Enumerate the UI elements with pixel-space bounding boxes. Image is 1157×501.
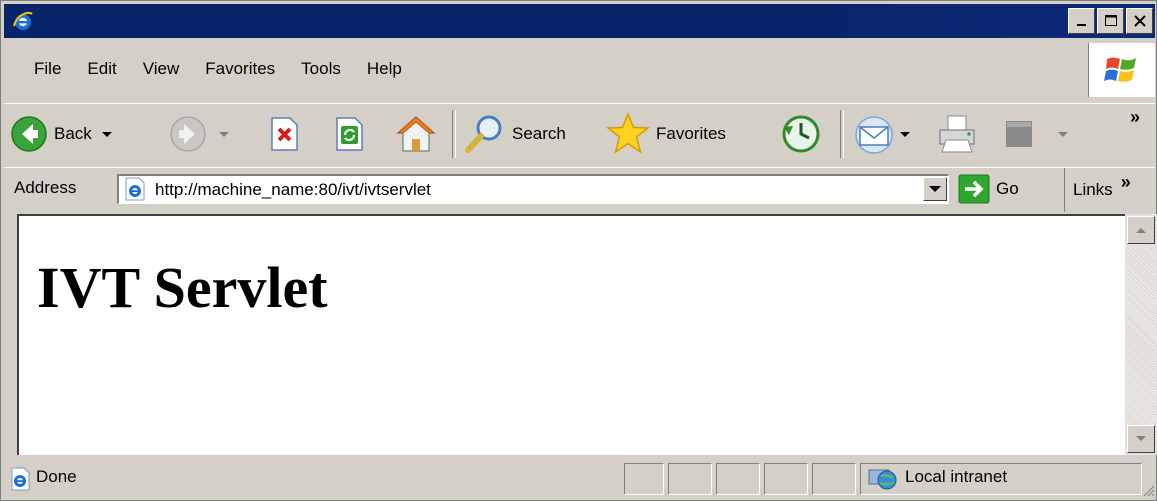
go-button[interactable]: Go: [958, 174, 1019, 204]
address-dropdown-button[interactable]: [923, 177, 947, 201]
status-panel-4: [764, 463, 808, 495]
back-button[interactable]: Back: [10, 110, 112, 158]
intranet-globe-icon: [868, 469, 897, 490]
menu-tools[interactable]: Tools: [288, 55, 354, 83]
toolbar-overflow-chevron[interactable]: »: [1130, 106, 1140, 128]
maximize-icon: [1104, 15, 1117, 26]
mail-dropdown-arrow[interactable]: [900, 131, 910, 137]
page-status-icon: [11, 467, 30, 491]
print-icon: [939, 115, 975, 153]
minimize-button[interactable]: [1068, 8, 1095, 34]
mail-icon: [855, 116, 893, 154]
address-url: http://machine_name:80/ivt/ivtservlet: [155, 180, 431, 199]
toolbar-separator-2: [840, 110, 844, 158]
scroll-up-button[interactable]: [1127, 216, 1155, 244]
vertical-scrollbar[interactable]: [1125, 214, 1157, 455]
menu-favorites[interactable]: Favorites: [192, 55, 288, 83]
address-field[interactable]: http://machine_name:80/ivt/ivtservlet: [117, 174, 949, 204]
forward-dropdown-arrow[interactable]: [219, 131, 229, 137]
page-heading: IVT Servlet: [37, 255, 328, 320]
edit-button[interactable]: [1004, 110, 1068, 158]
minimize-icon: [1076, 24, 1086, 26]
history-button[interactable]: [780, 110, 822, 158]
back-dropdown-arrow[interactable]: [101, 131, 112, 137]
back-label: Back: [54, 124, 92, 143]
close-button[interactable]: [1126, 8, 1153, 34]
scroll-down-button[interactable]: [1127, 425, 1155, 453]
links-toolbar[interactable]: Links »: [1064, 168, 1131, 212]
menu-file[interactable]: File: [4, 55, 74, 83]
favorites-button[interactable]: Favorites: [606, 110, 726, 158]
status-panel-2: [668, 463, 712, 495]
status-panel-3: [716, 463, 760, 495]
page-icon: [125, 177, 145, 201]
go-arrow-icon: [958, 174, 990, 204]
home-button[interactable]: [394, 110, 438, 158]
edit-dropdown-arrow[interactable]: [1058, 131, 1068, 137]
close-icon: [1133, 15, 1146, 27]
status-panel-5: [812, 463, 856, 495]
back-arrow-icon: [11, 116, 47, 152]
stop-icon: [271, 117, 298, 151]
menu-bar: File Edit View Favorites Tools Help: [4, 41, 1155, 99]
history-icon: [782, 115, 820, 153]
windows-logo-box: [1088, 43, 1155, 97]
address-label: Address: [14, 178, 77, 197]
forward-arrow-icon: [170, 116, 206, 152]
chevron-down-icon: [929, 186, 941, 192]
ie-logo-icon: [13, 11, 33, 30]
home-icon: [396, 116, 436, 152]
edit-icon: [1006, 121, 1032, 147]
stop-button[interactable]: [266, 110, 302, 158]
browser-window: File Edit View Favorites Tools Help Back: [0, 0, 1157, 501]
go-label: Go: [996, 179, 1019, 198]
resize-grip-icon[interactable]: [1141, 483, 1155, 497]
zone-panel[interactable]: Local intranet: [860, 463, 1142, 495]
window-controls: [1068, 8, 1153, 34]
menu-edit[interactable]: Edit: [74, 55, 129, 83]
search-icon: [465, 115, 502, 153]
refresh-button[interactable]: [331, 110, 367, 158]
toolbar-separator: [452, 110, 456, 158]
favorites-star-icon: [606, 112, 650, 154]
standard-toolbar: Back Search Favorites »: [4, 103, 1155, 166]
menu-help[interactable]: Help: [354, 55, 415, 83]
search-label: Search: [512, 124, 566, 143]
status-panel-1: [624, 463, 664, 495]
favorites-label: Favorites: [656, 124, 726, 143]
title-bar[interactable]: [4, 4, 1155, 38]
page-content: IVT Servlet: [17, 214, 1143, 455]
menu-view[interactable]: View: [130, 55, 193, 83]
status-text: Done: [36, 467, 77, 486]
windows-flag-icon: [1104, 57, 1136, 82]
mail-button[interactable]: [852, 110, 910, 158]
zone-text: Local intranet: [905, 467, 1008, 486]
status-bar: Done Local intranet: [4, 459, 1155, 499]
links-label: Links: [1073, 180, 1113, 199]
search-button[interactable]: Search: [462, 110, 566, 158]
maximize-button[interactable]: [1097, 8, 1124, 34]
refresh-icon: [336, 117, 363, 151]
links-overflow-chevron[interactable]: »: [1121, 172, 1131, 193]
chevron-down-icon: [1136, 436, 1146, 441]
address-bar: Address http://machine_name:80/ivt/ivtse…: [4, 167, 1155, 212]
print-button[interactable]: [934, 110, 980, 158]
forward-button[interactable]: [169, 110, 229, 158]
chevron-up-icon: [1136, 228, 1146, 233]
